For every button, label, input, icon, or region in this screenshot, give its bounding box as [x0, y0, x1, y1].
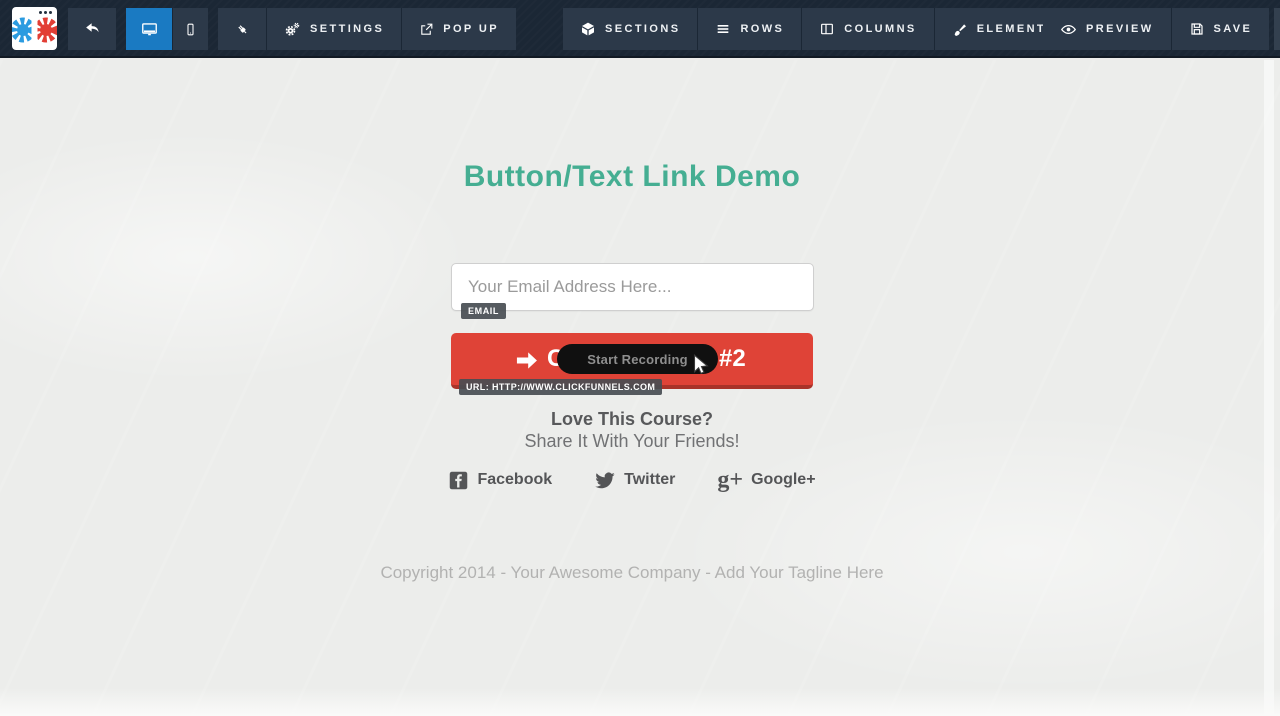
mobile-view-button[interactable] [172, 8, 208, 50]
columns-icon [821, 23, 834, 35]
brush-icon [954, 24, 966, 36]
right-arrow-icon [516, 352, 537, 369]
plug-icon [237, 24, 246, 33]
editor-toolbar: SETTINGS POP UP SECTIONS ROWS COLUMNS EL… [0, 0, 1280, 58]
social-links-row: Facebook Twitter g+ Google+ [0, 467, 1264, 493]
settings-button[interactable]: SETTINGS [266, 8, 402, 50]
cta-url-badge: URL: HTTP://WWW.CLICKFUNNELS.COM [459, 379, 663, 395]
googleplus-link[interactable]: g+ Google+ [717, 467, 816, 493]
save-label: SAVE [1213, 23, 1253, 35]
eye-icon [1061, 24, 1076, 34]
twitter-icon [595, 472, 615, 489]
desktop-view-button[interactable] [126, 8, 172, 50]
facebook-link[interactable]: Facebook [448, 469, 552, 491]
popup-button[interactable]: POP UP [401, 8, 516, 50]
sections-label: SECTIONS [605, 23, 681, 35]
sections-button[interactable]: SECTIONS [563, 8, 698, 50]
twitter-label: Twitter [624, 471, 676, 488]
facebook-label: Facebook [477, 471, 553, 488]
gears-icon [285, 22, 300, 36]
mouse-cursor [693, 354, 709, 375]
popup-label: POP UP [443, 23, 499, 35]
settings-label: SETTINGS [310, 23, 385, 35]
preview-button[interactable]: PREVIEW [1043, 8, 1171, 50]
rows-label: ROWS [740, 23, 785, 35]
email-type-badge: EMAIL [461, 303, 506, 319]
undo-icon [86, 23, 99, 33]
clickfunnels-logo[interactable] [12, 7, 57, 50]
save-button[interactable]: SAVE [1170, 8, 1270, 50]
facebook-icon [450, 471, 468, 489]
desktop-icon [141, 22, 157, 35]
sections-cube-icon [582, 22, 594, 36]
mobile-icon [187, 23, 194, 35]
share-subheading: Share It With Your Friends! [524, 431, 740, 451]
save-floppy-icon [1190, 23, 1203, 35]
logo-window-dots [39, 11, 52, 14]
twitter-link[interactable]: Twitter [594, 469, 675, 491]
scrollbar-track[interactable] [1264, 60, 1274, 716]
toolbar-overflow-button[interactable] [1274, 8, 1280, 50]
rows-icon [718, 25, 729, 33]
columns-button[interactable]: COLUMNS [801, 8, 934, 50]
undo-button[interactable] [68, 8, 116, 50]
preview-label: PREVIEW [1086, 23, 1154, 35]
googleplus-icon: g+ [717, 467, 744, 493]
footer-copyright: Copyright 2014 - Your Awesome Company - … [380, 563, 884, 582]
external-link-icon [421, 23, 433, 35]
share-heading: Love This Course? [550, 409, 714, 429]
page-title: Button/Text Link Demo [463, 160, 801, 193]
columns-label: COLUMNS [844, 23, 917, 35]
integrations-button[interactable] [218, 8, 266, 50]
page-canvas: Button/Text Link Demo EMAIL C Start Reco… [0, 60, 1280, 716]
cta-text-fragment-right: #2 [719, 345, 746, 372]
rows-button[interactable]: ROWS [697, 8, 802, 50]
googleplus-label: Google+ [751, 471, 816, 488]
